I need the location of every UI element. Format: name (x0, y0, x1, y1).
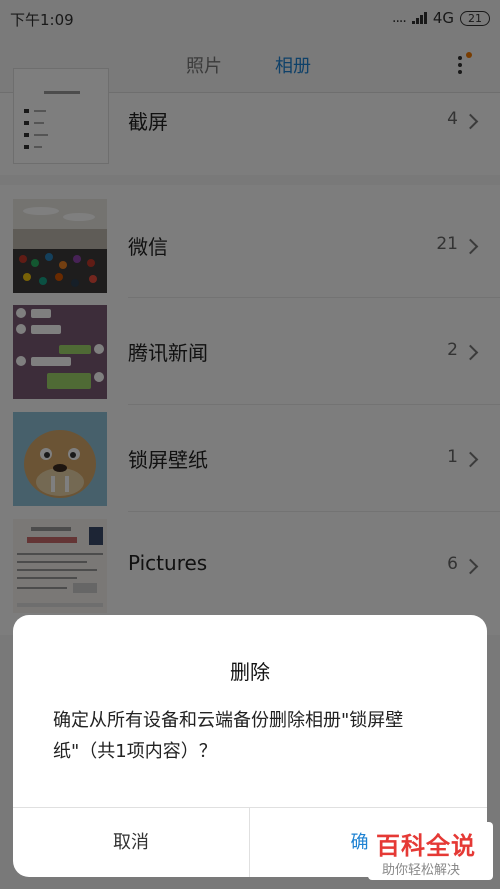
gallery-app: 下午1:09 .... 4G 21 照片 相册 (0, 0, 500, 889)
dialog-title: 删除 (230, 660, 270, 684)
watermark-tagline: 助你轻松解决 (382, 863, 461, 878)
dialog-message: 确定从所有设备和云端备份删除相册"锁屏壁纸"（共1项内容）？ (53, 710, 404, 762)
watermark-brand: 百科全说 (376, 832, 476, 860)
watermark-logo: 百科全说 助你轻松解决 (368, 822, 493, 880)
cancel-button[interactable]: 取消 (13, 808, 250, 877)
